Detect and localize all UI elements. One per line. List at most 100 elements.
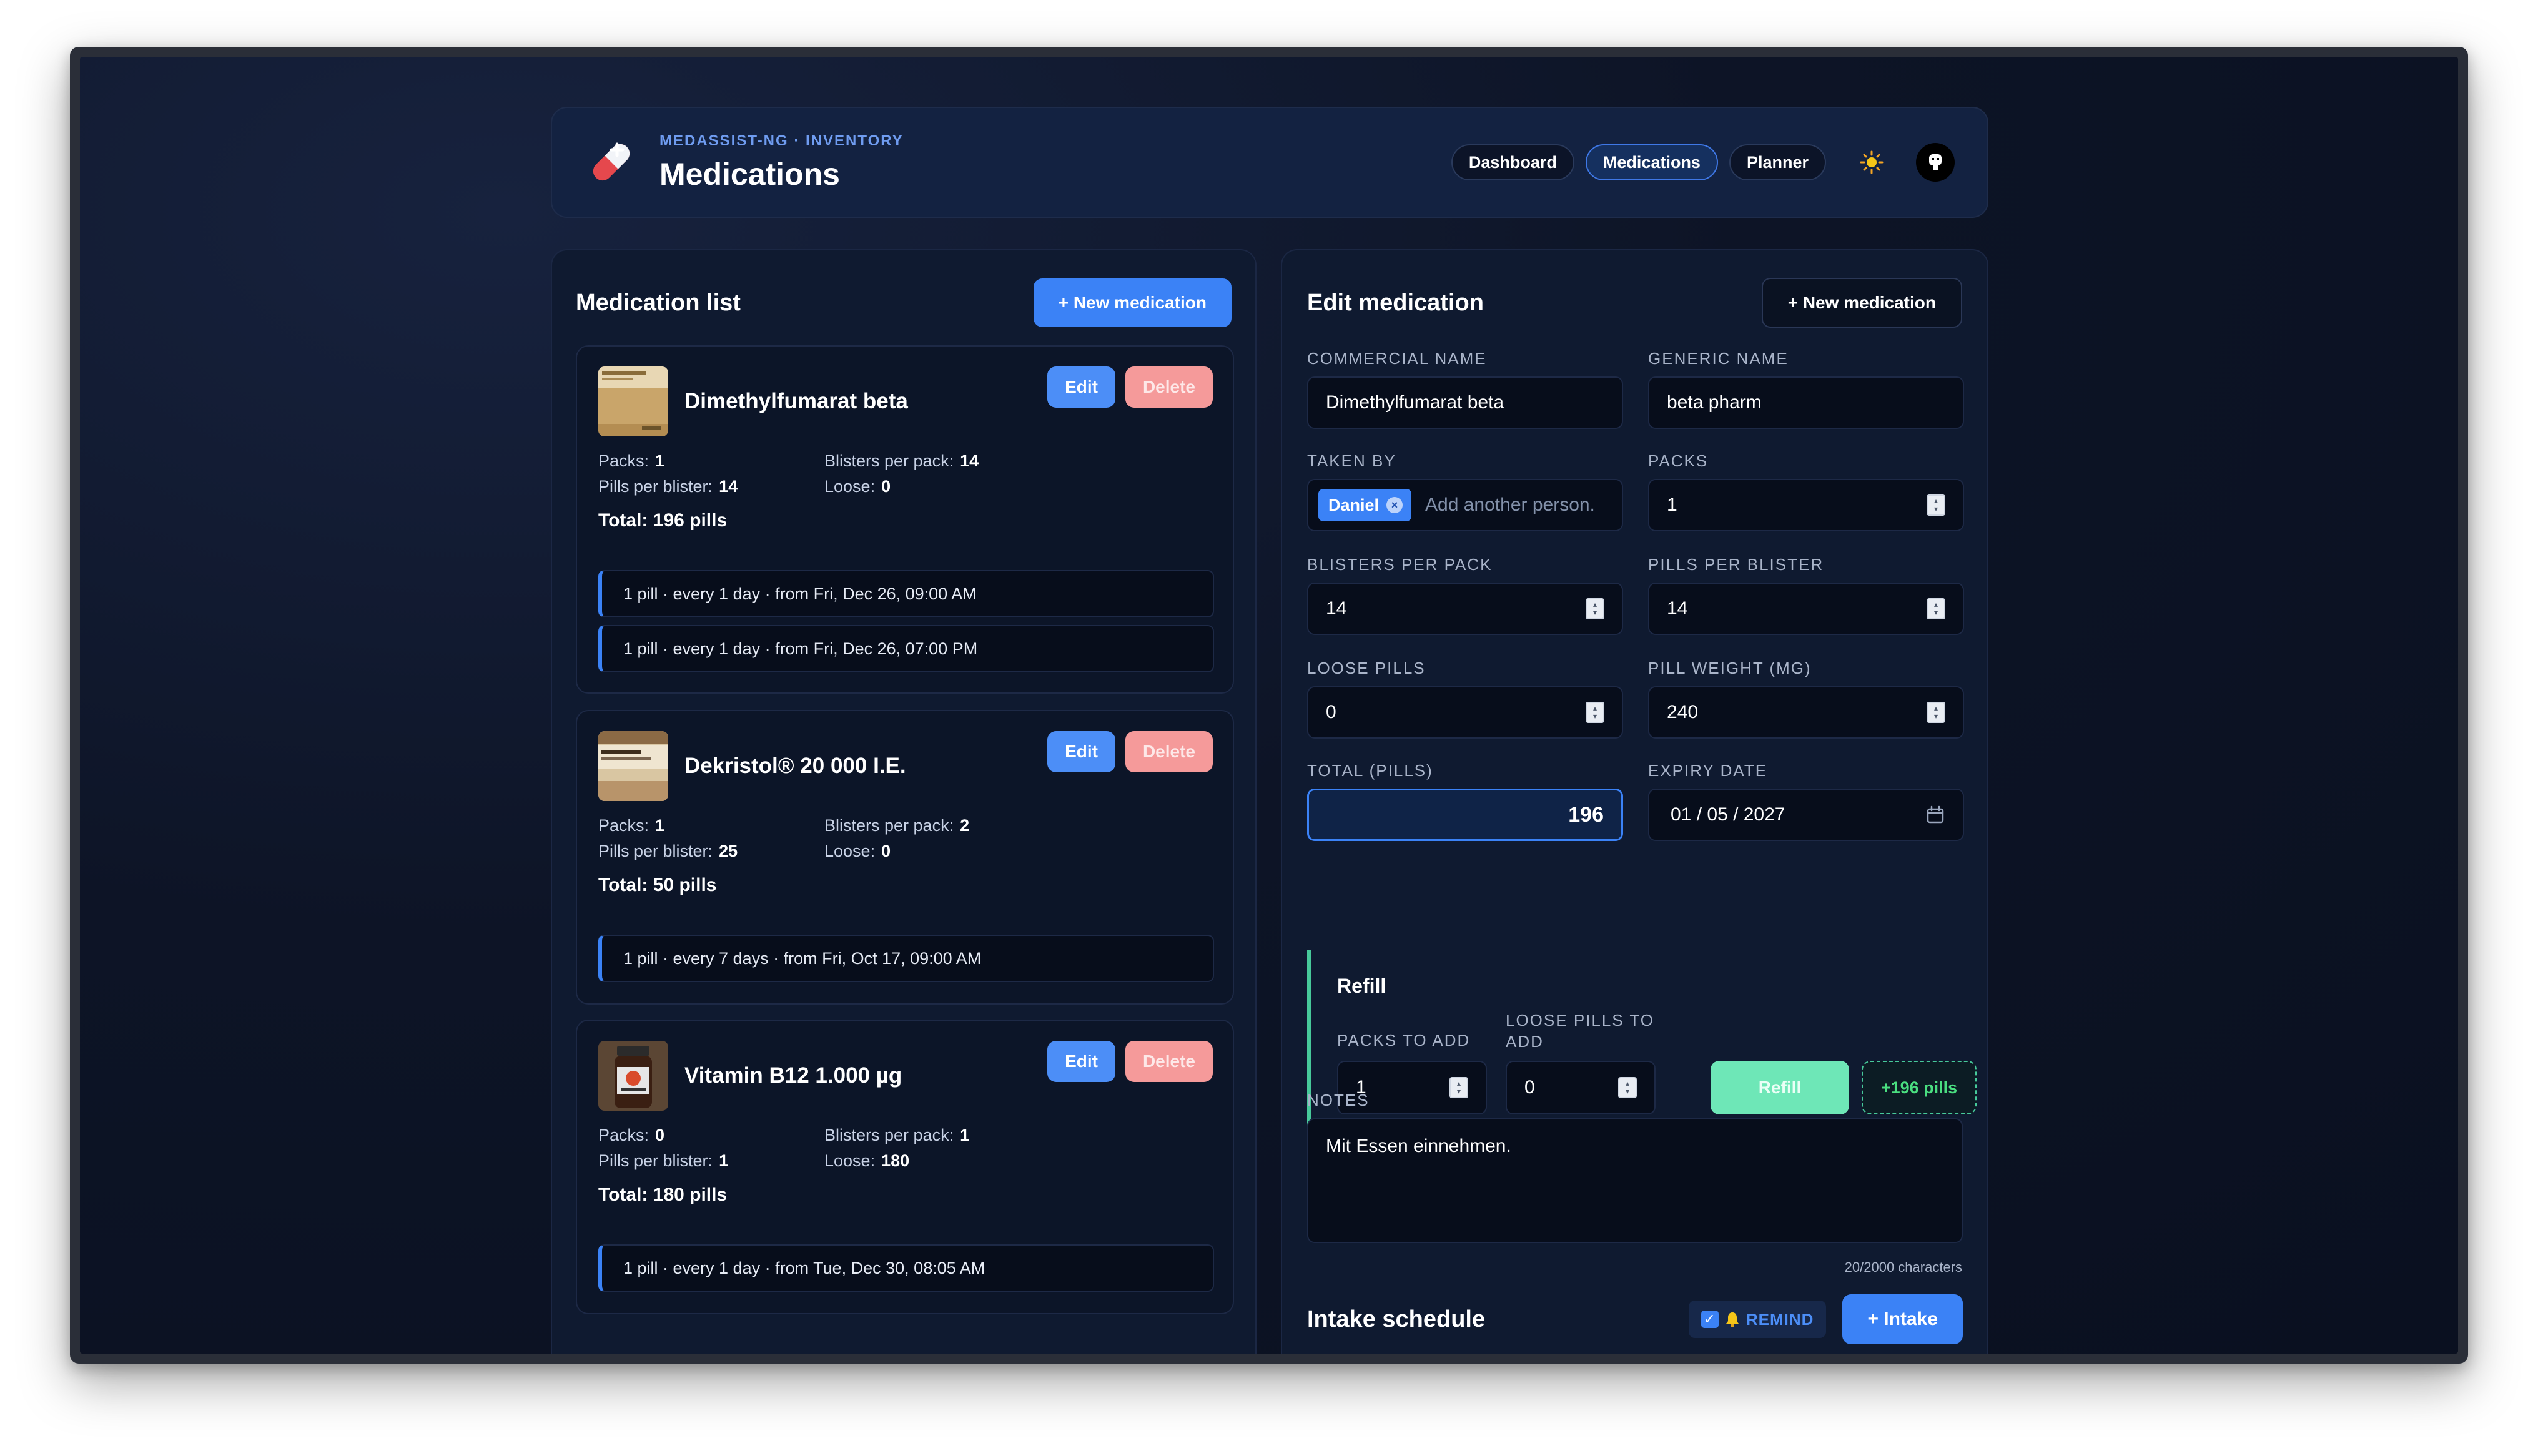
schedule-item[interactable]: 1 pill · every 1 day · from Fri, Dec 26,… bbox=[598, 570, 1214, 617]
app-window: MEDASSIST-NG · INVENTORY Medications Das… bbox=[70, 47, 2468, 1364]
medication-total: Total: 180 pills bbox=[598, 1184, 728, 1205]
calendar-icon[interactable] bbox=[1925, 805, 1945, 825]
packs-label: Packs: bbox=[598, 816, 649, 835]
loose-pills-to-add-label-line-1: LOOSE PILLS TO bbox=[1506, 1011, 1655, 1030]
medication-card[interactable]: Vitamin B12 1.000 µg Edit Delete Packs: 0… bbox=[576, 1020, 1234, 1314]
medication-thumbnail bbox=[598, 731, 668, 801]
expiry-date-input[interactable]: 01 / 05 / 2027 bbox=[1648, 789, 1964, 841]
new-medication-button[interactable]: + New medication bbox=[1033, 278, 1232, 327]
packs-label: PACKS bbox=[1648, 451, 1709, 470]
blisters-per-pack-label: Blisters per pack: bbox=[824, 1126, 954, 1144]
delete-button[interactable]: Delete bbox=[1125, 1041, 1213, 1082]
medication-list-title: Medication list bbox=[576, 289, 741, 316]
packs-to-add-label: PACKS TO ADD bbox=[1337, 1031, 1471, 1050]
person-chip-label: Daniel bbox=[1328, 495, 1380, 514]
loose-pills-input[interactable]: 0 ▴ ▾ bbox=[1307, 686, 1623, 739]
remind-toggle[interactable]: ✓ REMIND bbox=[1688, 1301, 1827, 1338]
delete-button[interactable]: Delete bbox=[1125, 366, 1213, 408]
pills-per-blister-input[interactable]: 14 ▴ ▾ bbox=[1648, 583, 1964, 635]
user-avatar-icon[interactable] bbox=[1916, 143, 1955, 182]
medication-card[interactable]: Dimethylfumarat beta Edit Delete Packs: 1… bbox=[576, 345, 1234, 694]
packs-label: Packs: bbox=[598, 451, 649, 470]
pills-per-blister-value: 14 bbox=[719, 477, 738, 496]
pills-per-blister-value: 25 bbox=[719, 842, 738, 860]
blisters-per-pack-value: 14 bbox=[960, 451, 979, 470]
loose-pills-to-add-input[interactable]: 0 ▴ ▾ bbox=[1506, 1061, 1656, 1114]
medication-card-top: Dimethylfumarat beta Edit Delete bbox=[598, 366, 1213, 436]
new-medication-button[interactable]: + New medication bbox=[1761, 278, 1962, 328]
pill-weight-input[interactable]: 240 ▴ ▾ bbox=[1648, 686, 1964, 739]
pills-per-blister-value: 14 bbox=[1667, 598, 1688, 619]
checkbox-checked-icon[interactable]: ✓ bbox=[1701, 1311, 1719, 1328]
medication-card-top: Dekristol® 20 000 I.E. Edit Delete bbox=[598, 731, 1213, 801]
loose-label: Loose: bbox=[824, 477, 876, 496]
medication-stats: Packs: 0 Blisters per pack: 1 Pills per bl… bbox=[598, 1126, 1035, 1171]
medication-name: Vitamin B12 1.000 µg bbox=[684, 1063, 902, 1088]
top-header: MEDASSIST-NG · INVENTORY Medications Das… bbox=[551, 107, 1988, 218]
blisters-per-pack-value: 14 bbox=[1326, 598, 1347, 619]
loose-label: Loose: bbox=[824, 1151, 876, 1170]
nav-dashboard[interactable]: Dashboard bbox=[1451, 144, 1574, 180]
pills-per-blister-label: PILLS PER BLISTER bbox=[1648, 555, 1824, 574]
loose-pills-value: 0 bbox=[1326, 702, 1336, 722]
pills-per-blister-label: Pills per blister: bbox=[598, 1151, 713, 1170]
person-chip[interactable]: Daniel × bbox=[1318, 489, 1412, 521]
intake-schedule-title: Intake schedule bbox=[1307, 1306, 1486, 1332]
loose-value: 0 bbox=[881, 842, 891, 860]
medication-total: Total: 50 pills bbox=[598, 875, 717, 895]
schedule-item[interactable]: 1 pill · every 1 day · from Fri, Dec 26,… bbox=[598, 625, 1214, 672]
medication-card[interactable]: Dekristol® 20 000 I.E. Edit Delete Packs… bbox=[576, 710, 1234, 1005]
medication-name: Dekristol® 20 000 I.E. bbox=[684, 754, 906, 778]
app-screen: MEDASSIST-NG · INVENTORY Medications Das… bbox=[80, 57, 2458, 1354]
delete-button[interactable]: Delete bbox=[1125, 731, 1213, 772]
notes-char-count: 20/2000 characters bbox=[1844, 1259, 1962, 1275]
loose-label: Loose: bbox=[824, 842, 876, 860]
medication-stats: Packs: 1 Blisters per pack: 14 Pills per b… bbox=[598, 451, 1035, 496]
packs-input[interactable]: 1 ▴ ▾ bbox=[1648, 479, 1964, 531]
nav-medications[interactable]: Medications bbox=[1585, 144, 1718, 180]
schedule-item[interactable]: 1 pill · every 7 days · from Fri, Oct 17… bbox=[598, 935, 1214, 982]
stepper-icon[interactable]: ▴ ▾ bbox=[1586, 702, 1604, 723]
total-pills-input[interactable]: 196 bbox=[1307, 789, 1623, 841]
stepper-icon[interactable]: ▴ ▾ bbox=[1927, 702, 1945, 723]
refill-button[interactable]: Refill bbox=[1711, 1061, 1849, 1114]
blisters-per-pack-input[interactable]: 14 ▴ ▾ bbox=[1307, 583, 1623, 635]
refill-preview-badge: +196 pills bbox=[1862, 1061, 1977, 1114]
medication-actions: Edit Delete bbox=[1047, 366, 1213, 408]
refill-title: Refill bbox=[1337, 975, 1386, 997]
add-intake-button[interactable]: + Intake bbox=[1842, 1294, 1963, 1344]
expiry-date-value: 01 / 05 / 2027 bbox=[1671, 804, 1785, 825]
total-pills-label: TOTAL (PILLS) bbox=[1307, 761, 1433, 780]
schedule-item[interactable]: 1 pill · every 1 day · from Tue, Dec 30,… bbox=[598, 1244, 1214, 1292]
stepper-icon[interactable]: ▴ ▾ bbox=[1927, 598, 1945, 619]
pills-per-blister-value: 1 bbox=[719, 1151, 729, 1170]
stepper-icon[interactable]: ▴ ▾ bbox=[1927, 494, 1945, 516]
edit-button[interactable]: Edit bbox=[1047, 1041, 1115, 1082]
page-title: Medications bbox=[659, 157, 840, 192]
commercial-name-input[interactable]: Dimethylfumarat beta bbox=[1307, 376, 1623, 429]
sun-icon[interactable] bbox=[1854, 144, 1890, 180]
medication-list-panel: Medication list + New medication Dimethy… bbox=[551, 249, 1257, 1354]
pills-per-blister-label: Pills per blister: bbox=[598, 477, 713, 496]
taken-by-input[interactable]: Daniel × Add another person. bbox=[1307, 479, 1623, 531]
stepper-icon[interactable]: ▴ ▾ bbox=[1586, 598, 1604, 619]
loose-value: 180 bbox=[881, 1151, 910, 1170]
pill-weight-value: 240 bbox=[1667, 702, 1699, 722]
generic-name-input[interactable]: beta pharm bbox=[1648, 376, 1964, 429]
packs-label: Packs: bbox=[598, 1126, 649, 1144]
nav-planner[interactable]: Planner bbox=[1729, 144, 1826, 180]
medication-actions: Edit Delete bbox=[1047, 731, 1213, 772]
edit-button[interactable]: Edit bbox=[1047, 366, 1115, 408]
stepper-icon[interactable]: ▴ ▾ bbox=[1618, 1077, 1637, 1098]
packs-value: 0 bbox=[655, 1126, 665, 1144]
loose-value: 0 bbox=[881, 477, 891, 496]
blisters-per-pack-label: BLISTERS PER PACK bbox=[1307, 555, 1493, 574]
edit-medication-header: Edit medication + New medication bbox=[1307, 278, 1962, 328]
edit-button[interactable]: Edit bbox=[1047, 731, 1115, 772]
loose-pills-label: LOOSE PILLS bbox=[1307, 659, 1426, 677]
edit-medication-panel: Edit medication + New medication COMMERC… bbox=[1281, 249, 1988, 1354]
stepper-icon[interactable]: ▴ ▾ bbox=[1449, 1077, 1468, 1098]
expiry-date-label: EXPIRY DATE bbox=[1648, 761, 1768, 780]
notes-textarea[interactable]: Mit Essen einnehmen. bbox=[1307, 1118, 1963, 1243]
remove-icon[interactable]: × bbox=[1386, 497, 1403, 513]
